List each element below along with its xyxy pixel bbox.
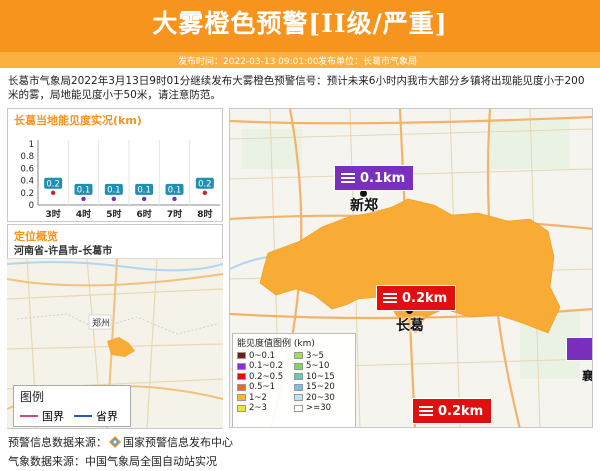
legend-label: 0~0.1 [249, 350, 276, 361]
legend-swatch [237, 373, 246, 381]
warning-source: 预警信息数据来源： 国家预警信息发布中心 [8, 436, 233, 449]
legend-swatch [237, 383, 246, 391]
warning-center-logo-icon [109, 436, 121, 448]
x-tick-label: 4时 [76, 208, 91, 220]
data-point [141, 196, 147, 202]
legend-swatch [237, 394, 246, 402]
data-label: 0.2 [46, 179, 60, 189]
legend-item: 10~15 [294, 372, 351, 382]
y-tick-label: 0.6 [20, 164, 34, 174]
data-label: 0.1 [168, 185, 182, 195]
visibility-chart-panel: 长葛当地能见度实况(km) 0 0.2 0.4 0.6 0.8 1 3时 4时 5时 6时 7时 8时… [7, 108, 223, 222]
legend-swatch [294, 383, 303, 391]
legend-label: 20~30 [306, 392, 335, 403]
legend-label: 0.2~0.5 [249, 371, 284, 382]
legend-swatch [294, 373, 303, 381]
legend-swatch [294, 394, 303, 402]
legend-item: 2~3 [237, 403, 294, 414]
y-tick-label: 0 [29, 201, 34, 211]
visibility-legend: 能见度值图例 (km) 0~0.1 3~5 0.1~0.2 5~10 0.2~0.5 10… [232, 333, 356, 427]
legend-item: 3~5 [294, 351, 351, 361]
legend-item: 20~30 [294, 393, 351, 403]
x-tick-label: 7时 [167, 208, 182, 220]
province-border-label: 省界 [96, 410, 118, 423]
legend-item: 0.1~0.2 [237, 361, 294, 372]
publish-time: 发布时间：2022-03-13 09:01:00 [178, 57, 319, 67]
province-border-swatch [74, 415, 92, 417]
x-tick-label: 3时 [46, 208, 61, 220]
legend-label: 5~10 [306, 361, 330, 372]
x-tick-label: 5时 [106, 208, 121, 220]
city-changge: 长葛 [396, 318, 424, 334]
y-tick-label: 0.2 [20, 189, 34, 199]
data-label: 0.2 [198, 179, 212, 189]
publisher: 发布单位：长葛市气象局 [318, 57, 418, 67]
visibility-legend-grid: 0~0.1 3~5 0.1~0.2 5~10 0.2~0.5 10~15 0.5~1 15~2… [237, 351, 351, 413]
legend-label: 15~20 [306, 382, 335, 393]
legend-swatch [237, 404, 246, 412]
y-tick-label: 1 [29, 140, 34, 150]
legend-label: 10~15 [306, 371, 335, 382]
overview-legend-title: 图例 [20, 390, 45, 404]
legend-swatch [237, 352, 246, 360]
legend-item: 15~20 [294, 382, 351, 393]
legend-item: 1~2 [237, 393, 294, 403]
visibility-tag-south[interactable]: 0.2km [412, 398, 493, 424]
menu-icon [419, 404, 433, 418]
menu-icon [341, 171, 355, 185]
overview-legend-items: 国界 省界 [20, 408, 124, 424]
weather-source: 气象数据来源：中国气象局全国自动站实况 [8, 455, 217, 468]
location-overview-map[interactable]: 郑州 图例 国界 省界 [7, 258, 223, 428]
overview-label-zhengzhou: 郑州 [92, 317, 110, 329]
legend-swatch [294, 362, 303, 370]
data-point [202, 190, 208, 195]
warning-header: 大雾橙色预警[II级/严重] [0, 0, 600, 52]
data-label: 0.1 [107, 185, 121, 195]
legend-item: 5~10 [294, 361, 351, 372]
fog-warning-map[interactable]: 新郑 长葛 0.1km 0.2km 0.2km 襄 能见度值图例 (km) 0~… [229, 108, 593, 428]
data-point [172, 196, 177, 202]
legend-swatch [294, 404, 303, 412]
legend-label: 0.1~0.2 [249, 361, 284, 372]
data-label: 0.1 [77, 185, 91, 195]
data-point [50, 190, 56, 195]
location-region: 河南省-许昌市-长葛市 [14, 246, 113, 257]
legend-swatch [237, 362, 246, 370]
x-tick-label: 6时 [137, 208, 152, 220]
menu-icon [383, 291, 397, 305]
warning-description: 长葛市气象局2022年3月13日9时01分继续发布大雾橙色预警信号：预计未来6小… [8, 75, 585, 101]
edge-tag[interactable] [566, 337, 592, 361]
national-border-label: 国界 [42, 410, 64, 423]
visibility-chart: 0 0.2 0.4 0.6 0.8 1 3时 4时 5时 6时 7时 8时 0.2 0.1 0.1 0.1 0.… [20, 140, 220, 220]
visibility-legend-title: 能见度值图例 (km) [237, 339, 315, 349]
y-tick-label: 0.8 [20, 152, 34, 162]
legend-item: 0.2~0.5 [237, 372, 294, 382]
visibility-tag-changge[interactable]: 0.2km [376, 285, 457, 311]
visibility-tag-xinzheng[interactable]: 0.1km [334, 165, 415, 191]
national-border-swatch [20, 415, 38, 417]
legend-item: 0.5~1 [237, 382, 294, 393]
data-point [81, 196, 86, 202]
legend-label: 3~5 [306, 350, 324, 361]
warning-title: 大雾橙色预警[II级/严重] [152, 9, 448, 38]
edge-city-label: 襄 [582, 369, 593, 383]
legend-label: >=30 [306, 403, 332, 414]
legend-label: 0.5~1 [249, 382, 276, 393]
legend-swatch [294, 352, 303, 360]
x-tick-label: 8时 [197, 208, 212, 220]
data-point [111, 196, 117, 202]
city-xinzheng: 新郑 [350, 198, 378, 214]
data-label: 0.1 [137, 185, 151, 195]
legend-item: 0~0.1 [237, 351, 294, 361]
y-tick-label: 0.4 [20, 177, 34, 187]
legend-label: 2~3 [249, 403, 267, 414]
legend-label: 1~2 [249, 392, 267, 403]
legend-item: >=30 [294, 403, 351, 414]
overview-legend: 图例 国界 省界 [13, 385, 131, 427]
